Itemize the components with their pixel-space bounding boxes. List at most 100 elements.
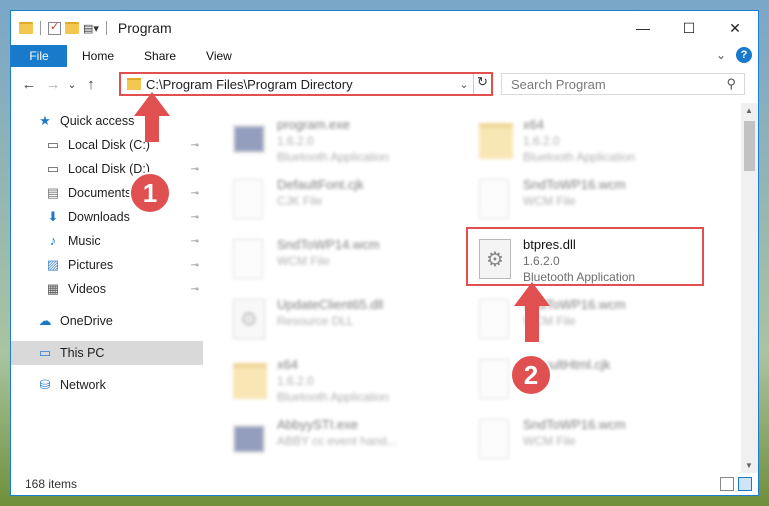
pin-icon[interactable]: ⊸ (191, 164, 199, 175)
file-meta: x64 1.6.2.0 Bluetooth Application (277, 353, 389, 405)
sidebar-item-quick-access[interactable]: ★ Quick access (11, 109, 203, 133)
document-icon (479, 419, 513, 463)
folder-icon[interactable] (19, 22, 33, 34)
file-item[interactable]: DefaultFont.cjk CJK File (233, 173, 463, 231)
sidebar-item-label: Pictures (68, 258, 114, 272)
address-dropdown-icon[interactable]: ⌄ (455, 78, 473, 91)
new-folder-icon[interactable] (65, 22, 79, 34)
folder-icon (479, 119, 513, 163)
application-icon (233, 419, 267, 463)
vertical-scrollbar[interactable]: ▲ ▼ (741, 103, 758, 473)
scrollbar-thumb[interactable] (744, 121, 755, 171)
file-detail: WCM File (277, 254, 330, 268)
ribbon-right-controls: ⌄ ? (716, 47, 752, 63)
navigation-bar: ← → ⌄ ↑ C:\Program Files\Program Directo… (11, 67, 758, 101)
details-view-icon[interactable] (720, 477, 734, 491)
title-bar: ▤▾ Program — ☐ ✕ (11, 11, 758, 45)
tiles-view-icon[interactable] (738, 477, 752, 491)
search-input[interactable]: Search Program (511, 77, 606, 92)
tab-share[interactable]: Share (129, 45, 191, 67)
sidebar-item-label: Documents (68, 186, 132, 200)
file-name: x64 (523, 117, 544, 132)
document-icon (479, 299, 513, 343)
help-icon[interactable]: ? (736, 47, 752, 63)
sidebar-item-network[interactable]: ⛁ Network (11, 373, 203, 397)
file-item[interactable]: SndToWP16.wcm WCM File (479, 173, 709, 231)
pin-icon[interactable]: ⊸ (191, 140, 199, 151)
sidebar-item-videos[interactable]: ▦ Videos ⊸ (11, 277, 203, 301)
file-meta: SndToWP16.wcm WCM File (523, 413, 626, 449)
address-path[interactable]: C:\Program Files\Program Directory (146, 77, 455, 92)
download-icon: ⬇ (47, 209, 59, 224)
sidebar-item-music[interactable]: ♪ Music ⊸ (11, 229, 203, 253)
pin-icon[interactable]: ⊸ (191, 260, 199, 271)
drive-icon: ▭ (46, 161, 60, 176)
pin-icon[interactable]: ⊸ (191, 284, 199, 295)
file-name: SndToWP16.wcm (523, 177, 626, 192)
music-icon: ♪ (49, 233, 57, 248)
folder-icon (127, 78, 141, 90)
tab-home[interactable]: Home (67, 45, 129, 67)
annotation-badge-1: 1 (129, 172, 171, 214)
sidebar-item-this-pc[interactable]: ▭ This PC (11, 341, 203, 365)
search-icon[interactable]: ⚲ (726, 76, 736, 92)
application-icon (233, 119, 267, 163)
file-detail: WCM File (523, 434, 576, 448)
file-name: program.exe (277, 117, 350, 132)
ribbon-expand-icon[interactable]: ⌄ (716, 48, 726, 62)
address-bar[interactable]: C:\Program Files\Program Directory ⌄ ↻ (119, 72, 493, 96)
document-icon (479, 179, 513, 223)
forward-button[interactable]: → (41, 76, 65, 93)
search-box[interactable]: Search Program ⚲ (501, 73, 745, 95)
sidebar-item-label: Local Disk (D:) (68, 162, 150, 176)
sidebar-item-downloads[interactable]: ⬇ Downloads ⊸ (11, 205, 203, 229)
videos-icon: ▦ (46, 281, 60, 296)
quick-access-toolbar: ▤▾ (11, 20, 110, 35)
sidebar-item-label: Music (68, 234, 101, 248)
dll-file-icon: ⚙ (233, 299, 267, 343)
file-detail: Bluetooth Application (523, 150, 636, 164)
file-item[interactable]: program.exe 1.6.2.0 Bluetooth Application (233, 113, 463, 171)
tab-file[interactable]: File (11, 45, 67, 67)
file-meta: SndToWP16.wcm WCM File (523, 173, 626, 209)
sidebar-item-onedrive[interactable]: ☁ OneDrive (11, 309, 203, 333)
tab-view[interactable]: View (191, 45, 247, 67)
documents-icon: ▤ (46, 185, 60, 200)
file-item[interactable]: ⚙ UpdateClient65.dll Resource DLL (233, 293, 463, 351)
drive-icon: ▭ (46, 137, 60, 152)
annotation-arrow-2 (514, 282, 550, 342)
back-button[interactable]: ← (17, 76, 41, 93)
file-list: program.exe 1.6.2.0 Bluetooth Application x… (203, 103, 758, 473)
sidebar-item-local-disk-c[interactable]: ▭ Local Disk (C:) ⊸ (11, 133, 203, 157)
refresh-button[interactable]: ↻ (473, 74, 491, 94)
file-meta: DefaultFont.cjk CJK File (277, 173, 364, 209)
sidebar-item-pictures[interactable]: ▨ Pictures ⊸ (11, 253, 203, 277)
file-name: x64 (277, 357, 298, 372)
sidebar-item-documents[interactable]: ▤ Documents ⊸ (11, 181, 203, 205)
cloud-icon: ☁ (38, 313, 52, 328)
pin-icon[interactable]: ⊸ (191, 188, 199, 199)
maximize-button[interactable]: ☐ (666, 11, 712, 45)
file-detail: WCM File (523, 194, 576, 208)
scroll-down-icon[interactable]: ▼ (745, 461, 753, 470)
close-button[interactable]: ✕ (712, 11, 758, 45)
properties-icon[interactable] (48, 20, 61, 35)
minimize-button[interactable]: — (620, 11, 666, 45)
pin-icon[interactable]: ⊸ (191, 236, 199, 247)
computer-icon: ▭ (38, 345, 52, 360)
scroll-up-icon[interactable]: ▲ (745, 106, 753, 115)
file-meta: program.exe 1.6.2.0 Bluetooth Application (277, 113, 389, 165)
file-detail: 1.6.2.0 (277, 134, 314, 148)
file-item[interactable]: SndToWP14.wcm WCM File (233, 233, 463, 291)
customize-toolbar-icon[interactable]: ▤▾ (83, 22, 99, 35)
up-button[interactable]: ↑ (79, 76, 103, 93)
file-item[interactable]: AbbyySTI.exe ABBY cc event hand... (233, 413, 463, 471)
file-item[interactable]: x64 1.6.2.0 Bluetooth Application (479, 113, 709, 171)
file-item[interactable]: SndToWP16.wcm WCM File (479, 413, 709, 471)
sidebar-item-local-disk-d[interactable]: ▭ Local Disk (D:) ⊸ (11, 157, 203, 181)
file-detail: CJK File (277, 194, 323, 208)
file-item[interactable]: x64 1.6.2.0 Bluetooth Application (233, 353, 463, 411)
annotation-badge-2: 2 (510, 354, 552, 396)
recent-locations-icon[interactable]: ⌄ (65, 78, 79, 91)
pin-icon[interactable]: ⊸ (191, 212, 199, 223)
